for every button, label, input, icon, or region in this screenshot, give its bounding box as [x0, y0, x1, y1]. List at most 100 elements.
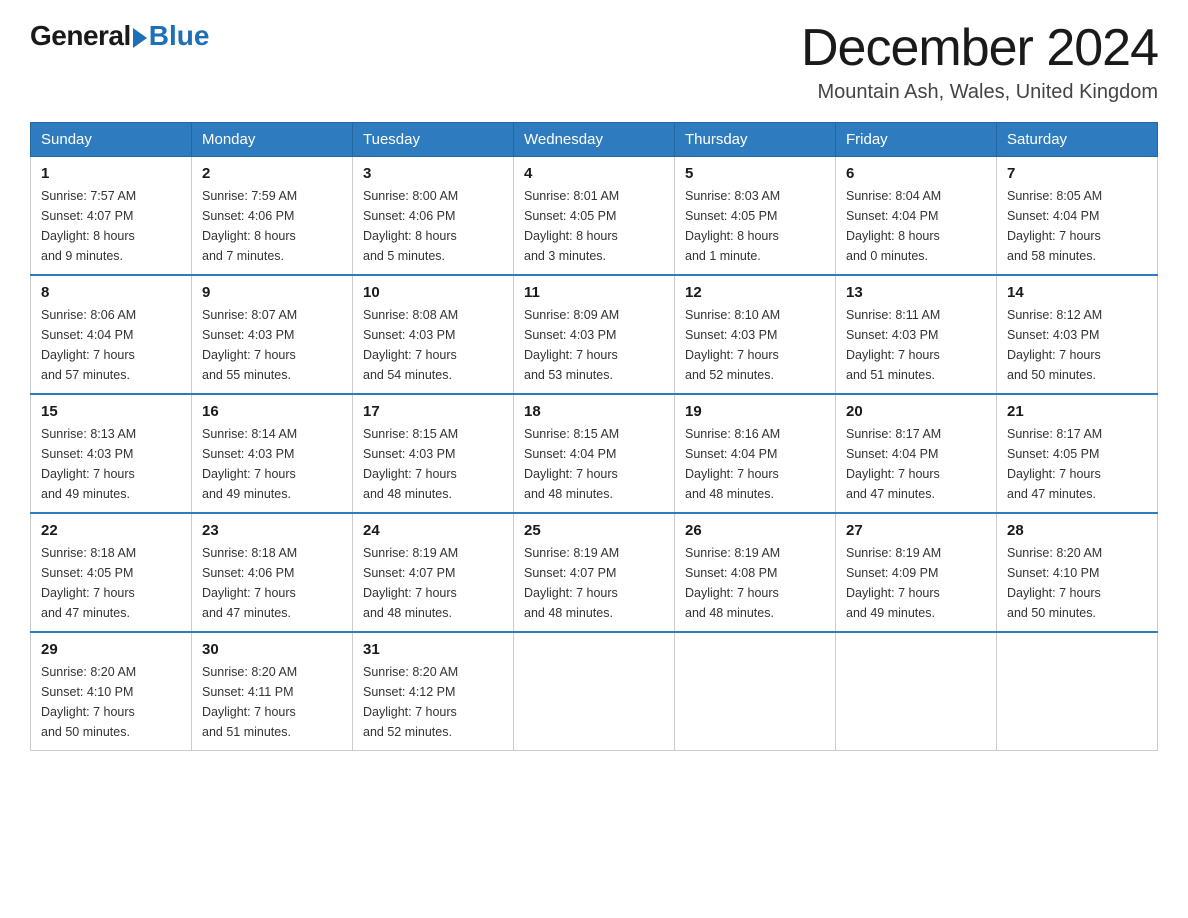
day-number: 19: [685, 403, 825, 420]
day-info: Sunrise: 8:13 AMSunset: 4:03 PMDaylight:…: [41, 424, 181, 504]
weekday-header-wednesday: Wednesday: [514, 123, 675, 157]
weekday-header-monday: Monday: [192, 123, 353, 157]
calendar-cell: 2Sunrise: 7:59 AMSunset: 4:06 PMDaylight…: [192, 157, 353, 276]
logo-blue: Blue: [149, 20, 210, 52]
day-info: Sunrise: 8:07 AMSunset: 4:03 PMDaylight:…: [202, 305, 342, 385]
calendar-cell: 29 Sunrise: 8:20 AMSunset: 4:10 PMDayligh…: [31, 632, 192, 751]
day-info: Sunrise: 7:57 AMSunset: 4:07 PMDaylight:…: [41, 186, 181, 266]
calendar-cell: 27 Sunrise: 8:19 AMSunset: 4:09 PMDayligh…: [836, 513, 997, 632]
day-number: 21: [1007, 403, 1147, 420]
day-info: Sunrise: 8:20 AMSunset: 4:12 PMDaylight:…: [363, 662, 503, 742]
day-number: 22: [41, 522, 181, 539]
day-info: Sunrise: 8:19 AMSunset: 4:07 PMDaylight:…: [524, 543, 664, 623]
calendar-cell: 26 Sunrise: 8:19 AMSunset: 4:08 PMDayligh…: [675, 513, 836, 632]
week-row-3: 15 Sunrise: 8:13 AMSunset: 4:03 PMDayligh…: [31, 394, 1158, 513]
day-info: Sunrise: 8:03 AMSunset: 4:05 PMDaylight:…: [685, 186, 825, 266]
calendar-cell: 21Sunrise: 8:17 AMSunset: 4:05 PMDayligh…: [997, 394, 1158, 513]
day-info: Sunrise: 8:04 AMSunset: 4:04 PMDaylight:…: [846, 186, 986, 266]
day-info: Sunrise: 8:20 AMSunset: 4:10 PMDaylight:…: [1007, 543, 1147, 623]
calendar-cell: 8 Sunrise: 8:06 AMSunset: 4:04 PMDaylight…: [31, 275, 192, 394]
day-number: 16: [202, 403, 342, 420]
weekday-header-row: SundayMondayTuesdayWednesdayThursdayFrid…: [31, 123, 1158, 157]
day-info: Sunrise: 8:15 AMSunset: 4:04 PMDaylight:…: [524, 424, 664, 504]
calendar-cell: 12 Sunrise: 8:10 AMSunset: 4:03 PMDayligh…: [675, 275, 836, 394]
day-info: Sunrise: 8:08 AMSunset: 4:03 PMDaylight:…: [363, 305, 503, 385]
day-info: Sunrise: 8:20 AMSunset: 4:10 PMDaylight:…: [41, 662, 181, 742]
logo-general: General: [30, 20, 131, 52]
day-number: 28: [1007, 522, 1147, 539]
title-block: December 2024 Mountain Ash, Wales, Unite…: [801, 20, 1158, 104]
day-number: 26: [685, 522, 825, 539]
day-info: Sunrise: 8:20 AMSunset: 4:11 PMDaylight:…: [202, 662, 342, 742]
day-info: Sunrise: 8:10 AMSunset: 4:03 PMDaylight:…: [685, 305, 825, 385]
day-number: 18: [524, 403, 664, 420]
calendar-cell: 19Sunrise: 8:16 AMSunset: 4:04 PMDayligh…: [675, 394, 836, 513]
day-info: Sunrise: 8:11 AMSunset: 4:03 PMDaylight:…: [846, 305, 986, 385]
day-info: Sunrise: 8:19 AMSunset: 4:08 PMDaylight:…: [685, 543, 825, 623]
calendar-cell: 23 Sunrise: 8:18 AMSunset: 4:06 PMDayligh…: [192, 513, 353, 632]
weekday-header-sunday: Sunday: [31, 123, 192, 157]
day-number: 15: [41, 403, 181, 420]
logo-text: General Blue: [30, 20, 209, 52]
day-number: 30: [202, 641, 342, 658]
calendar-cell: 3Sunrise: 8:00 AMSunset: 4:06 PMDaylight…: [353, 157, 514, 276]
day-info: Sunrise: 8:19 AMSunset: 4:09 PMDaylight:…: [846, 543, 986, 623]
calendar-cell: 20 Sunrise: 8:17 AMSunset: 4:04 PMDayligh…: [836, 394, 997, 513]
day-number: 11: [524, 284, 664, 301]
calendar-cell: 24Sunrise: 8:19 AMSunset: 4:07 PMDayligh…: [353, 513, 514, 632]
logo: General Blue: [30, 20, 209, 52]
weekday-header-friday: Friday: [836, 123, 997, 157]
calendar-cell: [997, 632, 1158, 751]
calendar-cell: 16 Sunrise: 8:14 AMSunset: 4:03 PMDayligh…: [192, 394, 353, 513]
day-number: 25: [524, 522, 664, 539]
logo-arrow-icon: [133, 28, 147, 48]
month-title: December 2024: [801, 20, 1158, 77]
day-number: 27: [846, 522, 986, 539]
day-number: 20: [846, 403, 986, 420]
calendar-cell: [836, 632, 997, 751]
calendar-cell: 7Sunrise: 8:05 AMSunset: 4:04 PMDaylight…: [997, 157, 1158, 276]
day-number: 9: [202, 284, 342, 301]
day-number: 31: [363, 641, 503, 658]
weekday-header-thursday: Thursday: [675, 123, 836, 157]
day-info: Sunrise: 8:15 AMSunset: 4:03 PMDaylight:…: [363, 424, 503, 504]
calendar-cell: [675, 632, 836, 751]
day-info: Sunrise: 8:09 AMSunset: 4:03 PMDaylight:…: [524, 305, 664, 385]
day-info: Sunrise: 8:05 AMSunset: 4:04 PMDaylight:…: [1007, 186, 1147, 266]
calendar-cell: 30 Sunrise: 8:20 AMSunset: 4:11 PMDayligh…: [192, 632, 353, 751]
day-number: 8: [41, 284, 181, 301]
day-number: 5: [685, 165, 825, 182]
day-number: 12: [685, 284, 825, 301]
day-number: 2: [202, 165, 342, 182]
calendar-cell: 22Sunrise: 8:18 AMSunset: 4:05 PMDayligh…: [31, 513, 192, 632]
weekday-header-saturday: Saturday: [997, 123, 1158, 157]
day-number: 29: [41, 641, 181, 658]
week-row-1: 1Sunrise: 7:57 AMSunset: 4:07 PMDaylight…: [31, 157, 1158, 276]
calendar-cell: 9 Sunrise: 8:07 AMSunset: 4:03 PMDaylight…: [192, 275, 353, 394]
calendar-cell: 28 Sunrise: 8:20 AMSunset: 4:10 PMDayligh…: [997, 513, 1158, 632]
day-info: Sunrise: 8:01 AMSunset: 4:05 PMDaylight:…: [524, 186, 664, 266]
day-number: 3: [363, 165, 503, 182]
calendar-cell: 13 Sunrise: 8:11 AMSunset: 4:03 PMDayligh…: [836, 275, 997, 394]
weekday-header-tuesday: Tuesday: [353, 123, 514, 157]
day-number: 10: [363, 284, 503, 301]
week-row-4: 22Sunrise: 8:18 AMSunset: 4:05 PMDayligh…: [31, 513, 1158, 632]
day-info: Sunrise: 8:06 AMSunset: 4:04 PMDaylight:…: [41, 305, 181, 385]
calendar-cell: 5 Sunrise: 8:03 AMSunset: 4:05 PMDaylight…: [675, 157, 836, 276]
day-number: 17: [363, 403, 503, 420]
day-info: Sunrise: 8:17 AMSunset: 4:04 PMDaylight:…: [846, 424, 986, 504]
page-header: General Blue December 2024 Mountain Ash,…: [30, 20, 1158, 104]
calendar-cell: 4Sunrise: 8:01 AMSunset: 4:05 PMDaylight…: [514, 157, 675, 276]
day-number: 13: [846, 284, 986, 301]
calendar-cell: 31 Sunrise: 8:20 AMSunset: 4:12 PMDayligh…: [353, 632, 514, 751]
calendar-cell: 14Sunrise: 8:12 AMSunset: 4:03 PMDayligh…: [997, 275, 1158, 394]
day-info: Sunrise: 8:12 AMSunset: 4:03 PMDaylight:…: [1007, 305, 1147, 385]
week-row-2: 8 Sunrise: 8:06 AMSunset: 4:04 PMDaylight…: [31, 275, 1158, 394]
calendar-cell: 18 Sunrise: 8:15 AMSunset: 4:04 PMDayligh…: [514, 394, 675, 513]
day-info: Sunrise: 8:18 AMSunset: 4:06 PMDaylight:…: [202, 543, 342, 623]
calendar-cell: 6Sunrise: 8:04 AMSunset: 4:04 PMDaylight…: [836, 157, 997, 276]
day-info: Sunrise: 8:14 AMSunset: 4:03 PMDaylight:…: [202, 424, 342, 504]
day-number: 23: [202, 522, 342, 539]
calendar-cell: [514, 632, 675, 751]
day-number: 24: [363, 522, 503, 539]
